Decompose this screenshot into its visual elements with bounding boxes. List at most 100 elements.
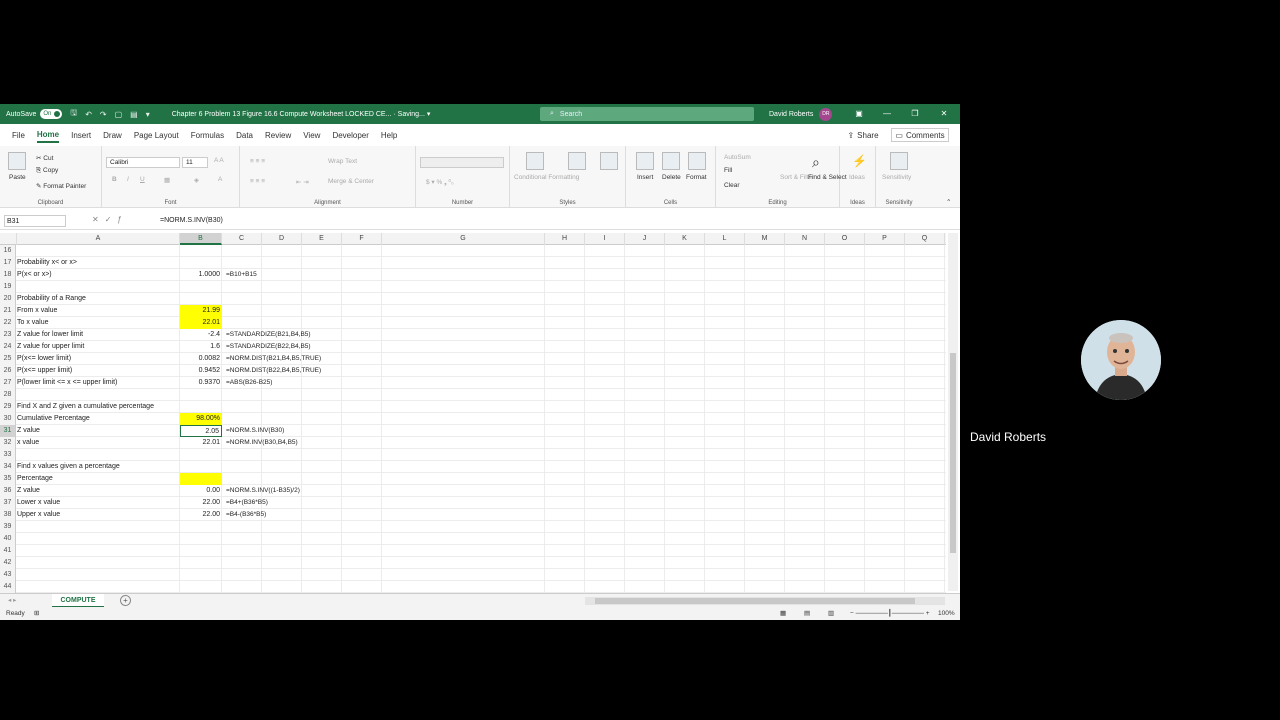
- zoom-level[interactable]: 100%: [938, 610, 955, 617]
- row-header[interactable]: 26: [0, 365, 16, 377]
- column-header-a[interactable]: A: [17, 233, 180, 245]
- ideas-button[interactable]: Ideas: [849, 174, 865, 181]
- vertical-scrollbar[interactable]: [948, 233, 958, 591]
- sensitivity-icon[interactable]: [890, 152, 908, 170]
- cell-b[interactable]: 1.0000: [180, 269, 222, 281]
- cell-c[interactable]: =NORM.INV(B30,B4,B5): [226, 437, 298, 449]
- row-header[interactable]: 29: [0, 401, 16, 413]
- customize-qat-icon[interactable]: ▾: [146, 110, 150, 119]
- column-header-k[interactable]: K: [665, 233, 705, 245]
- row-header[interactable]: 40: [0, 533, 16, 545]
- cell-b[interactable]: [180, 545, 222, 557]
- row-header[interactable]: 19: [0, 281, 16, 293]
- normal-view-icon[interactable]: ▦: [780, 609, 786, 617]
- column-header-j[interactable]: J: [625, 233, 665, 245]
- fill-color-icon[interactable]: ◈: [194, 176, 199, 184]
- menu-view[interactable]: View: [303, 129, 320, 142]
- align-left-icon[interactable]: ≡ ≡ ≡: [250, 178, 265, 185]
- row-header[interactable]: 44: [0, 581, 16, 593]
- cell-a[interactable]: Percentage: [17, 473, 179, 485]
- row-header[interactable]: 39: [0, 521, 16, 533]
- row-header[interactable]: 37: [0, 497, 16, 509]
- minimize-icon[interactable]: —: [873, 104, 901, 124]
- font-size-select[interactable]: 11: [182, 157, 208, 168]
- cell-b[interactable]: [180, 581, 222, 593]
- cell-a[interactable]: Probability of a Range: [17, 293, 179, 305]
- conditional-formatting-icon[interactable]: [526, 152, 544, 170]
- cell-a[interactable]: [17, 545, 179, 557]
- name-box[interactable]: B31: [4, 215, 66, 227]
- cell-c[interactable]: =B4-(B36*B5): [226, 509, 266, 521]
- macro-record-icon[interactable]: ⊞: [34, 609, 39, 617]
- cell-a[interactable]: [17, 449, 179, 461]
- clear-button[interactable]: Clear: [724, 182, 740, 189]
- row-header[interactable]: 22: [0, 317, 16, 329]
- comments-button[interactable]: ▭ Comments: [891, 128, 949, 142]
- cell-c[interactable]: =B4+(B36*B5): [226, 497, 268, 509]
- cell-b[interactable]: 22.00: [180, 497, 222, 509]
- cell-b[interactable]: 0.9452: [180, 365, 222, 377]
- open-icon[interactable]: ▤: [130, 110, 138, 119]
- column-header-l[interactable]: L: [705, 233, 745, 245]
- worksheet-grid[interactable]: 16 17 Probability x< or x> 18 P(x< or x>) 1.0…: [0, 245, 946, 593]
- cell-a[interactable]: x value: [17, 437, 179, 449]
- column-header-h[interactable]: H: [545, 233, 585, 245]
- find-icon[interactable]: ⌕: [812, 154, 820, 171]
- cell-a[interactable]: [17, 557, 179, 569]
- cell-b[interactable]: [180, 281, 222, 293]
- copy-button[interactable]: ⎘ Copy: [36, 167, 58, 175]
- cell-b[interactable]: 0.00: [180, 485, 222, 497]
- column-header-i[interactable]: I: [585, 233, 625, 245]
- column-header-o[interactable]: O: [825, 233, 865, 245]
- row-header[interactable]: 36: [0, 485, 16, 497]
- ideas-icon[interactable]: ⚡: [852, 154, 867, 168]
- horizontal-scroll-thumb[interactable]: [595, 598, 915, 604]
- cell-a[interactable]: [17, 389, 179, 401]
- format-table-icon[interactable]: [568, 152, 586, 170]
- cell-c[interactable]: =STANDARDIZE(B21,B4,B5): [226, 329, 311, 341]
- delete-cells-button[interactable]: Delete: [662, 174, 681, 181]
- cell-c[interactable]: =NORM.S.INV((1-B35)/2): [226, 485, 300, 497]
- cell-b[interactable]: [180, 473, 222, 485]
- undo-icon[interactable]: ↶: [85, 110, 92, 119]
- bold-icon[interactable]: B: [112, 176, 117, 183]
- row-header[interactable]: 41: [0, 545, 16, 557]
- cell-b-selected[interactable]: 2.05: [180, 425, 222, 437]
- autosave-toggle[interactable]: On: [40, 109, 63, 119]
- column-header-q[interactable]: Q: [905, 233, 945, 245]
- column-header-e[interactable]: E: [302, 233, 342, 245]
- borders-icon[interactable]: ▦: [164, 176, 170, 184]
- cell-b[interactable]: [180, 533, 222, 545]
- row-header[interactable]: 31: [0, 425, 16, 437]
- cell-b[interactable]: 22.01: [180, 317, 222, 329]
- cell-c[interactable]: =NORM.S.INV(B30): [226, 425, 284, 437]
- cell-c[interactable]: =ABS(B26-B25): [226, 377, 272, 389]
- merge-center-button[interactable]: Merge & Center: [328, 178, 374, 185]
- row-header[interactable]: 25: [0, 353, 16, 365]
- menu-developer[interactable]: Developer: [332, 129, 368, 142]
- menu-home[interactable]: Home: [36, 128, 60, 143]
- cell-b[interactable]: 98.00%: [180, 413, 222, 425]
- cell-a[interactable]: [17, 245, 179, 257]
- row-header[interactable]: 42: [0, 557, 16, 569]
- cell-b[interactable]: [180, 521, 222, 533]
- cell-a[interactable]: [17, 281, 179, 293]
- user-account[interactable]: David Roberts DR: [769, 104, 833, 124]
- grow-font-icon[interactable]: A A: [214, 157, 224, 164]
- insert-cells-button[interactable]: Insert: [637, 174, 653, 181]
- row-header[interactable]: 24: [0, 341, 16, 353]
- column-header-d[interactable]: D: [262, 233, 302, 245]
- cell-b[interactable]: 1.6: [180, 341, 222, 353]
- cell-b[interactable]: 0.0082: [180, 353, 222, 365]
- cell-a[interactable]: Z value: [17, 485, 179, 497]
- menu-draw[interactable]: Draw: [103, 129, 122, 142]
- paste-icon[interactable]: [8, 152, 26, 170]
- row-header[interactable]: 28: [0, 389, 16, 401]
- zoom-slider[interactable]: − ───────┃─────── +: [850, 609, 930, 617]
- wrap-text-button[interactable]: Wrap Text: [328, 158, 357, 165]
- cell-b[interactable]: [180, 557, 222, 569]
- fx-icon[interactable]: ✕✓ƒ: [92, 215, 128, 224]
- menu-insert[interactable]: Insert: [71, 129, 91, 142]
- cell-a[interactable]: [17, 533, 179, 545]
- cell-b[interactable]: [180, 245, 222, 257]
